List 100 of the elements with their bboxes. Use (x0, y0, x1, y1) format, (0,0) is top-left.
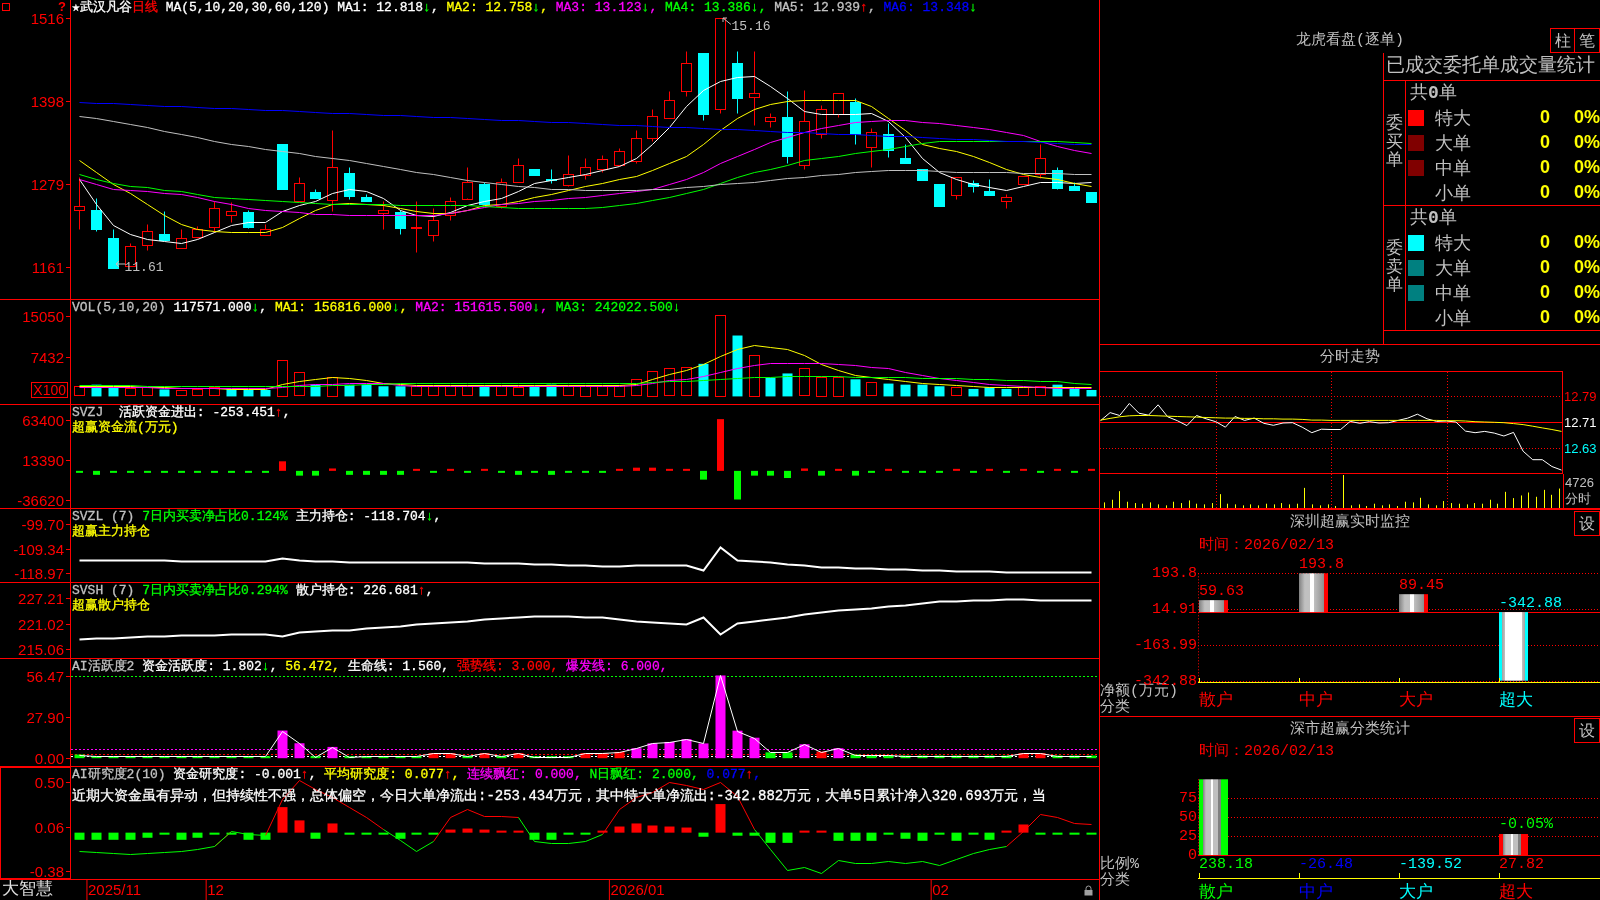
axis-tick-label: 221.02 (18, 616, 64, 632)
axis-title: 分类 (1100, 873, 1130, 889)
order-share: 0% (1573, 257, 1600, 278)
order-share: 0% (1573, 107, 1600, 128)
indicator-text: 日线 (131, 0, 158, 15)
axis-tick-label: 25 (1179, 828, 1197, 844)
indicator-text: SVSH (7) (72, 583, 135, 598)
axis-tick-label: 12.79 (1564, 389, 1597, 403)
order-size-label: 小单 (1435, 182, 1472, 205)
ratio-value: -26.48 (1299, 857, 1353, 873)
order-size-label: 大单 (1435, 257, 1472, 280)
group-label: 委买单 (1386, 114, 1403, 172)
panel-title: 龙虎看盘(逐单) (1296, 33, 1404, 51)
group-label: 委卖单 (1386, 239, 1403, 297)
order-share: 0% (1573, 132, 1600, 153)
indicator-text: MA2: 151615.500↓, (414, 300, 548, 315)
axis-tick-label: 215.06 (18, 641, 64, 657)
axis-tick-label: 0 (1188, 847, 1197, 863)
axis-tick-label: 63400 (22, 412, 64, 428)
axis-tick-label: 75 (1179, 790, 1197, 806)
order-count: 0 (1539, 182, 1551, 203)
unit-label: X100 (31, 382, 68, 398)
order-count: 0 (1539, 232, 1551, 253)
axis-tick-label: 227.21 (18, 590, 64, 606)
row-label: 比例% (1100, 857, 1139, 873)
date-label: 2025/11 (85, 880, 142, 900)
indicator-text: VOL(5,10,20) (72, 300, 166, 315)
category-label: 散户 (1199, 883, 1233, 900)
axis-tick-label: 14.91 (1152, 601, 1197, 617)
value-label: 193.8 (1299, 557, 1344, 573)
axis-tick-label: 0.00 (34, 750, 64, 766)
order-share: 0% (1573, 282, 1600, 303)
value-label: -342.88 (1499, 596, 1562, 612)
axis-tick-label: 0.50 (34, 774, 64, 790)
axis-tick-label: 13390 (22, 452, 64, 468)
axis-tick-label: -118.97 (14, 565, 64, 581)
axis-tick-label: 1161 (31, 259, 64, 275)
timestamp-label: 时间：2026/02/13 (1199, 537, 1334, 554)
total-label: 共0单 (1410, 83, 1457, 103)
indicator-text: 主力持仓: -118.704↓, (294, 509, 442, 524)
indicator-text: 56.472, (284, 659, 340, 674)
value-label: 89.45 (1399, 578, 1444, 594)
indicator-text: ★武汉凡谷 (72, 0, 132, 15)
max-volume-label: 4726 (1565, 476, 1594, 489)
category-label: 中户 (1299, 691, 1333, 709)
order-size-label: 大单 (1435, 132, 1472, 155)
order-count: 0 (1539, 307, 1551, 328)
order-count: 0 (1539, 157, 1551, 178)
axis-tick-label: 193.8 (1152, 565, 1197, 581)
indicator-text: 生命线: 1.560, (346, 659, 450, 674)
axis-tick-label: -36620 (17, 492, 64, 508)
order-count: 0 (1539, 282, 1551, 303)
category-label: 大户 (1399, 691, 1433, 709)
category-label: 超大 (1499, 691, 1533, 709)
order-share: 0% (1573, 157, 1600, 178)
axis-tick-label: -99.70 (21, 516, 64, 532)
indicator-text: SVZL (7) (72, 509, 135, 524)
order-count: 0 (1539, 107, 1551, 128)
indicator-text: 超赢资金流(万元) (72, 420, 179, 435)
price-annotation: 15.16 (731, 19, 771, 33)
order-share: 0% (1573, 232, 1600, 253)
indicator-text: MA(5,10,20,30,60,120) (164, 0, 330, 15)
order-count: 0 (1539, 132, 1551, 153)
order-size-label: 小单 (1435, 307, 1472, 330)
date-label: 2026/01 (608, 880, 665, 900)
indicator-text: MA2: 12.758↓, (445, 0, 548, 15)
axis-tick-label: 12.71 (1564, 415, 1597, 429)
indicator-text: MA5: 12.939↑, (773, 0, 876, 15)
date-label: 02 (930, 880, 949, 900)
category-label: 中户 (1299, 883, 1333, 900)
panel-title: 分时走势 (1320, 349, 1380, 366)
indicator-text: AI活跃度2 (72, 659, 135, 674)
indicator-text: MA1: 12.818↓, (336, 0, 439, 15)
axis-tick-label: -0.38 (29, 863, 64, 879)
axis-tick-label: 7432 (30, 349, 64, 365)
order-size-label: 特大 (1435, 107, 1472, 130)
indicator-text: 超赢散户持仓 (72, 598, 150, 613)
indicator-text: 资金研究度: -0.001↑, (172, 767, 317, 782)
order-size-label: 中单 (1435, 157, 1472, 180)
indicator-text: 7日内买卖净占比0.124% (141, 509, 288, 524)
ratio-value: -139.52 (1399, 857, 1462, 873)
category-label: 超大 (1499, 883, 1533, 900)
order-share: 0% (1573, 307, 1600, 328)
app-name-label: 大智慧 (1, 880, 53, 900)
order-size-label: 特大 (1435, 232, 1472, 255)
axis-tick-label: 12.63 (1564, 441, 1597, 455)
value-label: 59.63 (1199, 584, 1244, 600)
indicator-text: MA6: 13.348↓ (882, 0, 978, 15)
indicator-text: 平均研究度: 0.077↑, (323, 767, 460, 782)
axis-tick-label: 0.06 (34, 819, 64, 834)
axis-tick-label: 27.90 (26, 709, 64, 725)
indicator-text: 0.077↑, (705, 767, 762, 782)
axis-tick-label: 1516 (30, 10, 64, 26)
table-title: 已成交委托单成交量统计 (1384, 53, 1600, 81)
indicator-text: 连续飘红: 0.000, (466, 767, 582, 782)
total-label: 共0单 (1410, 208, 1457, 228)
indicator-text: 资金活跃度: 1.802↓, (141, 659, 278, 674)
indicator-text: 强势线: 3.000, (455, 659, 559, 674)
ratio-value: 27.82 (1499, 857, 1544, 873)
indicator-text: MA1: 156816.000↓, (273, 300, 408, 315)
